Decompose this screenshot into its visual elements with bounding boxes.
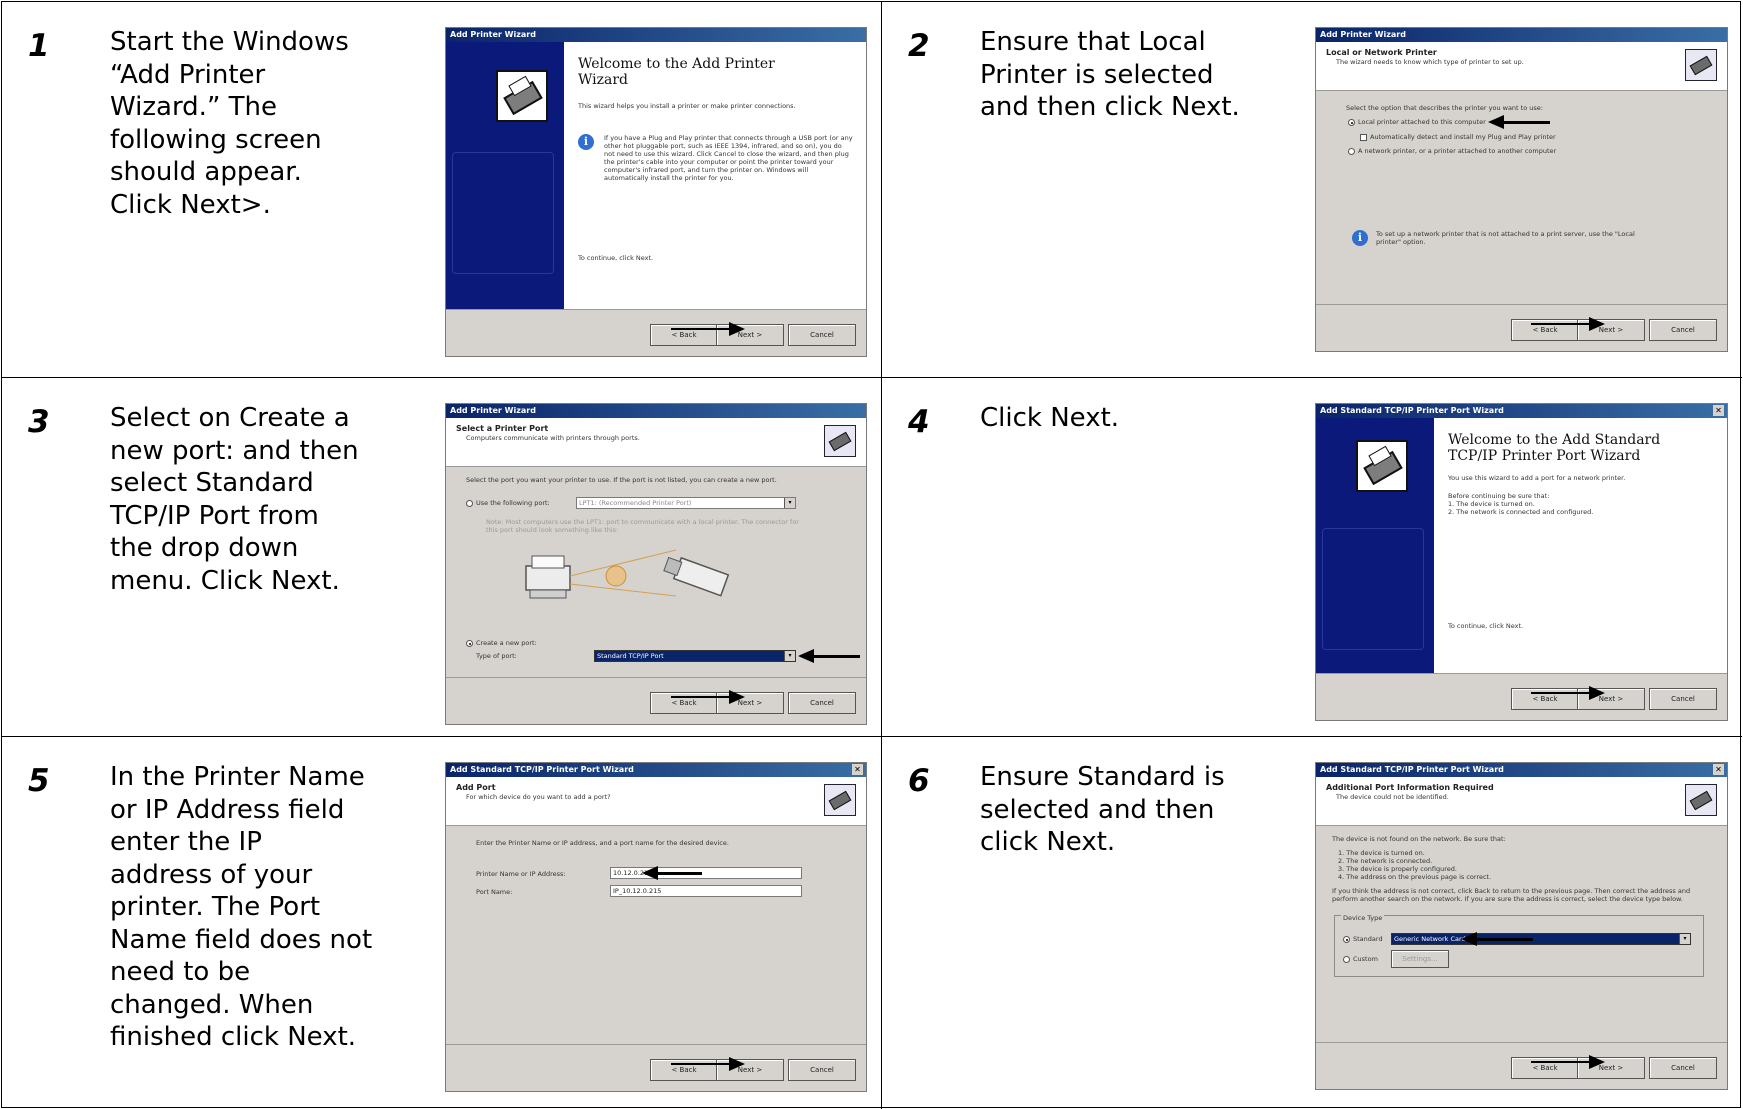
step-number: 6 <box>908 763 930 799</box>
chevron-down-icon: ▾ <box>1679 934 1690 944</box>
cancel-button[interactable]: Cancel <box>1649 319 1717 341</box>
arrow-pointer <box>671 1057 745 1071</box>
local-or-network-screenshot: Add Printer Wizard Local or Network Prin… <box>1315 27 1728 352</box>
network-printer-icon <box>1356 440 1408 492</box>
step-text: Select on Create a new port: and then se… <box>110 403 359 596</box>
arrow-pointer <box>798 649 860 663</box>
step-text: Ensure Standard is selected and then cli… <box>980 762 1225 857</box>
port-connector-illustration <box>525 549 730 599</box>
step-2-cell: 2 Ensure that Local Printer is selected … <box>882 2 1742 378</box>
wizard-side-banner <box>1316 418 1434 674</box>
step-text: Ensure that Local Printer is selected an… <box>980 27 1240 122</box>
network-printer-radio[interactable] <box>1348 148 1355 155</box>
printer-icon <box>496 70 548 122</box>
create-new-port-radio[interactable] <box>466 640 473 647</box>
ip-address-field[interactable]: 10.12.0.215 <box>610 867 802 879</box>
network-printer-icon <box>824 784 856 816</box>
cancel-button[interactable]: Cancel <box>788 1059 856 1081</box>
local-printer-radio[interactable] <box>1348 119 1355 126</box>
port-type-select[interactable]: Standard TCP/IP Port ▾ <box>594 650 796 662</box>
custom-radio[interactable] <box>1343 956 1350 963</box>
settings-button[interactable]: Settings... <box>1391 950 1449 968</box>
dialog-title: Add Printer Wizard <box>446 404 866 418</box>
chevron-down-icon: ▾ <box>784 498 795 508</box>
arrow-pointer <box>671 322 745 336</box>
cancel-button[interactable]: Cancel <box>1649 1057 1717 1079</box>
port-name-field[interactable]: IP_10.12.0.215 <box>610 885 802 897</box>
close-icon[interactable]: ✕ <box>1713 405 1724 416</box>
dialog-title: Add Printer Wizard <box>1316 28 1727 42</box>
info-icon: i <box>578 134 594 150</box>
step-text: Start the Windows “Add Printer Wizard.” … <box>110 27 349 220</box>
use-port-radio[interactable] <box>466 500 473 507</box>
dialog-title: Add Printer Wizard <box>446 28 866 42</box>
wizard-heading: Welcome to the Add Printer Wizard <box>578 56 775 88</box>
arrow-pointer <box>642 866 702 880</box>
cancel-button[interactable]: Cancel <box>788 324 856 346</box>
network-printer-icon <box>1685 784 1717 816</box>
printer-icon <box>1685 49 1717 81</box>
cancel-button[interactable]: Cancel <box>1649 688 1717 710</box>
step-number: 3 <box>28 404 50 440</box>
arrow-pointer <box>1531 1055 1605 1069</box>
instruction-table: 1 Start the Windows “Add Printer Wizard.… <box>1 1 1742 1109</box>
wizard-side-banner <box>446 42 564 310</box>
device-type-group: Device Type Standard Generic Network Car… <box>1334 914 1704 977</box>
step-number: 1 <box>28 28 50 64</box>
step-number: 4 <box>908 404 930 440</box>
step-number: 5 <box>28 763 50 799</box>
arrow-pointer <box>671 690 745 704</box>
close-icon[interactable]: ✕ <box>852 764 863 775</box>
step-1-cell: 1 Start the Windows “Add Printer Wizard.… <box>2 2 882 378</box>
chevron-down-icon: ▾ <box>784 651 795 661</box>
step-5-cell: 5 In the Printer Name or IP Address fiel… <box>2 737 882 1109</box>
arrow-pointer <box>1488 115 1550 129</box>
step-4-cell: 4 Click Next. Add Standard TCP/IP Printe… <box>882 378 1742 737</box>
step-6-cell: 6 Ensure Standard is selected and then c… <box>882 737 1742 1109</box>
tcpip-port-welcome-screenshot: Add Standard TCP/IP Printer Port Wizard … <box>1315 403 1728 721</box>
dialog-title: Add Standard TCP/IP Printer Port Wizard <box>446 763 866 777</box>
info-icon: i <box>1352 230 1368 246</box>
arrow-pointer <box>1461 932 1533 946</box>
step-3-cell: 3 Select on Create a new port: and then … <box>2 378 882 737</box>
existing-port-select[interactable]: LPT1: (Recommended Printer Port) ▾ <box>576 497 796 509</box>
printer-icon <box>824 425 856 457</box>
arrow-pointer <box>1531 686 1605 700</box>
step-number: 2 <box>908 28 930 64</box>
dialog-title: Add Standard TCP/IP Printer Port Wizard <box>1316 763 1727 777</box>
additional-port-info-screenshot: Add Standard TCP/IP Printer Port Wizard … <box>1315 762 1728 1090</box>
standard-device-select[interactable]: Generic Network Card ▾ <box>1391 933 1691 945</box>
wizard-heading: Welcome to the Add Standard TCP/IP Print… <box>1448 432 1661 464</box>
dialog-title: Add Standard TCP/IP Printer Port Wizard <box>1316 404 1727 418</box>
step-text: Click Next. <box>980 403 1120 433</box>
auto-detect-checkbox[interactable] <box>1360 134 1367 141</box>
cancel-button[interactable]: Cancel <box>788 692 856 714</box>
arrow-pointer <box>1531 317 1605 331</box>
add-printer-welcome-screenshot: Add Printer Wizard Welcome to the Add Pr… <box>445 27 867 357</box>
step-text: In the Printer Name or IP Address field … <box>110 762 373 1052</box>
standard-radio[interactable] <box>1343 936 1350 943</box>
close-icon[interactable]: ✕ <box>1713 764 1724 775</box>
select-printer-port-screenshot: Add Printer Wizard Select a Printer Port… <box>445 403 867 725</box>
add-port-screenshot: Add Standard TCP/IP Printer Port Wizard … <box>445 762 867 1092</box>
